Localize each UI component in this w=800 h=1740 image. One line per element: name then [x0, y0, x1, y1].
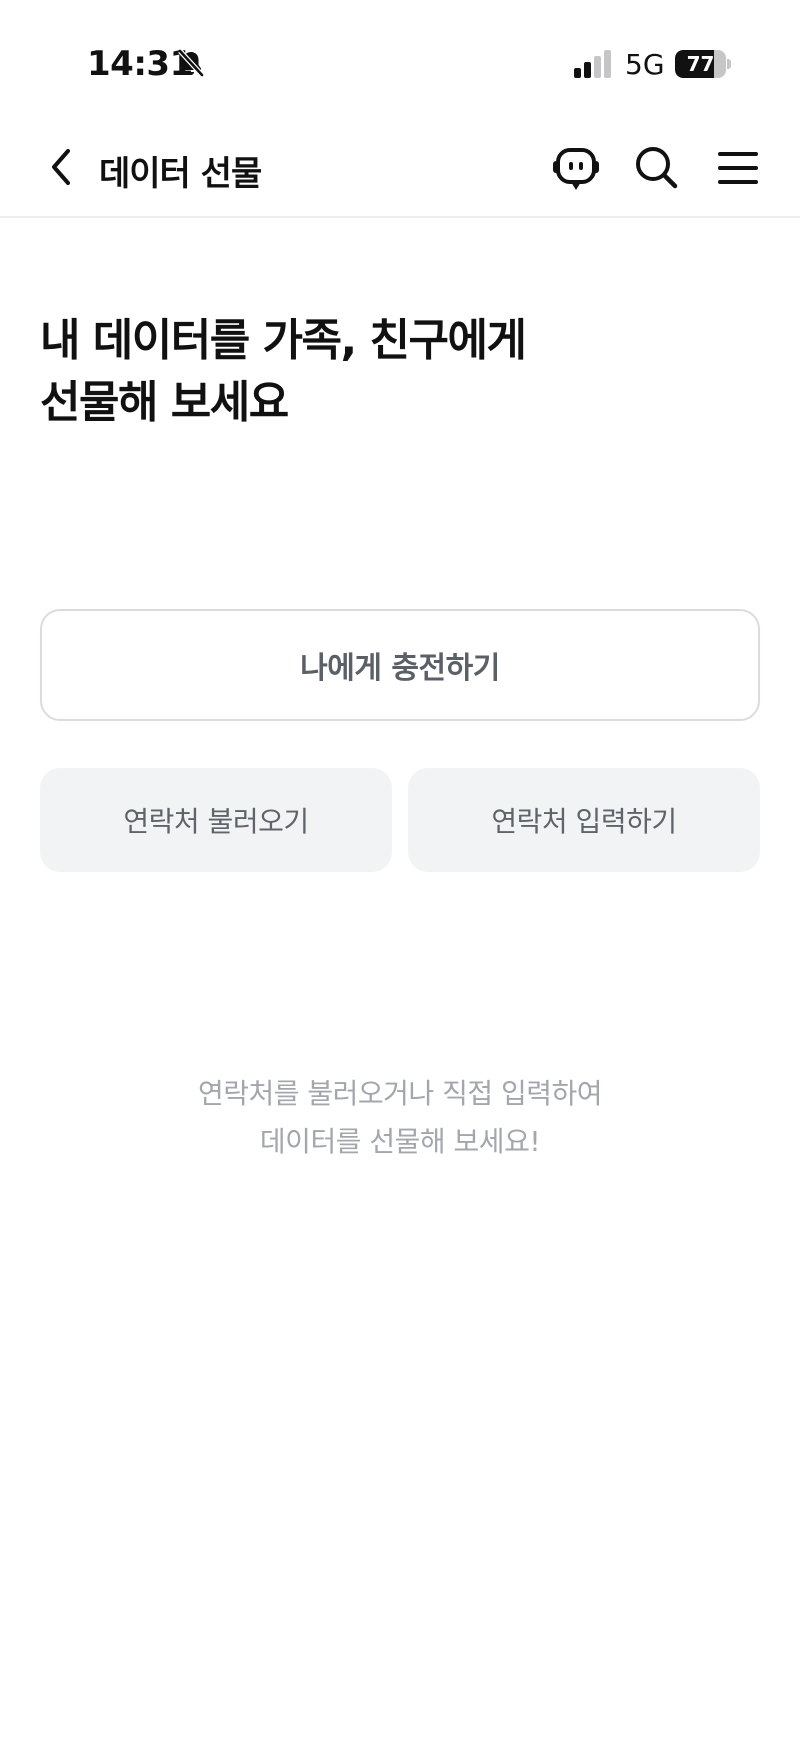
- charge-self-button[interactable]: 나에게 충전하기: [40, 609, 760, 721]
- back-button[interactable]: [40, 145, 84, 189]
- load-contacts-button[interactable]: 연락처 불러오기: [40, 768, 392, 872]
- headline-line-1: 내 데이터를 가족, 친구에게: [40, 315, 527, 366]
- search-icon: [636, 147, 678, 189]
- chatbot-button[interactable]: [551, 144, 601, 194]
- battery-percent: 77: [686, 52, 715, 76]
- battery-icon: 77: [675, 50, 731, 78]
- empty-message-line-1: 연락처를 불러오거나 직접 입력하여: [197, 1077, 603, 1110]
- headline: 내 데이터를 가족, 친구에게 선물해 보세요: [40, 310, 760, 434]
- enter-contact-button[interactable]: 연락처 입력하기: [408, 768, 760, 872]
- empty-message-line-2: 데이터를 선물해 보세요!: [259, 1125, 541, 1158]
- signal-icon: [574, 50, 611, 78]
- menu-button[interactable]: [716, 148, 760, 188]
- chevron-left-icon: [52, 149, 70, 185]
- empty-state-message: 연락처를 불러오거나 직접 입력하여 데이터를 선물해 보세요!: [0, 1070, 800, 1166]
- page-title: 데이터 선물: [99, 154, 262, 194]
- network-type: 5G: [625, 48, 665, 81]
- headline-line-2: 선물해 보세요: [40, 377, 289, 428]
- status-bar: 14:31 5G 77: [0, 0, 800, 120]
- bell-slash-icon: [178, 49, 204, 77]
- chatbot-icon: [553, 148, 599, 190]
- search-button[interactable]: [633, 144, 679, 190]
- menu-icon: [718, 152, 758, 184]
- navigation-bar: 데이터 선물: [0, 120, 800, 218]
